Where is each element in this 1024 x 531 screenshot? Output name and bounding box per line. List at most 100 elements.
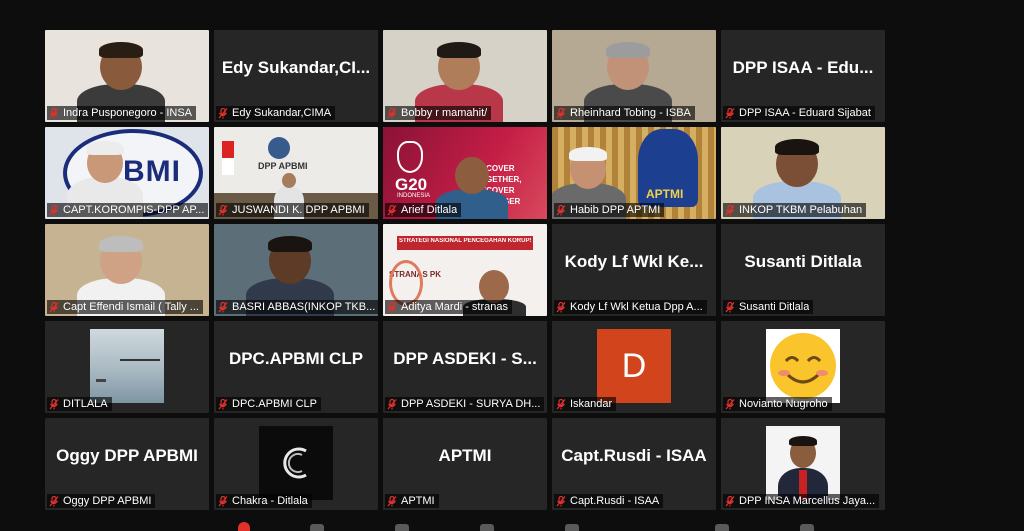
participant-display-name: Kody Lf Wkl Ke... [564, 252, 704, 271]
participant-hair [437, 42, 481, 58]
participant-tile[interactable]: Rheinhard Tobing - ISBA [552, 30, 716, 122]
participant-hair [606, 42, 650, 58]
participant-name: Capt.Rusdi - ISAA [570, 495, 660, 507]
participant-name-label: Habib DPP APTMI [554, 203, 665, 217]
mic-muted-icon [49, 495, 59, 506]
participant-name: Oggy DPP APBMI [63, 495, 152, 507]
mic-muted-icon [218, 107, 228, 118]
participant-face [479, 270, 509, 303]
participant-tile[interactable]: Capt Effendi Ismail ( Tally ... [45, 224, 209, 316]
mic-muted-icon [387, 301, 397, 312]
avatar: D [597, 329, 671, 403]
avatar-letter: D [621, 346, 647, 385]
participant-hair [99, 42, 143, 58]
apps-icon[interactable] [715, 524, 729, 531]
participant-name-label: INKOP TKBM Pelabuhan [723, 203, 867, 217]
participant-name: DPP ASDEKI - SURYA DH... [401, 398, 541, 410]
mic-muted-icon [218, 495, 228, 506]
mic-muted-icon [387, 398, 397, 409]
participant-tile[interactable]: DPP APBMI JUSWANDI K. DPP APBMI [214, 127, 378, 219]
participant-tile[interactable]: DPP INSA Marcellus Jaya... [721, 418, 885, 510]
participant-tile[interactable]: INKOP TKBM Pelabuhan [721, 127, 885, 219]
mic-muted-icon [218, 204, 228, 215]
participant-tile[interactable]: BASRI ABBAS(INKOP TKB... [214, 224, 378, 316]
mic-muted-icon [725, 495, 735, 506]
participant-name-label: DPP ASDEKI - SURYA DH... [385, 397, 545, 411]
chakra-logo-icon [283, 447, 307, 479]
participant-name: DPP ISAA - Eduard Sijabat [739, 107, 871, 119]
participant-display-name: Susanti Ditlala [744, 252, 862, 271]
avatar [766, 426, 840, 500]
participant-tile[interactable]: Chakra - Ditlala [214, 418, 378, 510]
mic-muted-icon [49, 204, 59, 215]
participant-tile[interactable]: D Iskandar [552, 321, 716, 413]
participant-name-label: DPP ISAA - Eduard Sijabat [723, 106, 875, 120]
participant-tile[interactable]: Novianto Nugroho [721, 321, 885, 413]
participant-hair [569, 147, 607, 161]
participant-tile[interactable]: Bobby r mamahit/ [383, 30, 547, 122]
participant-name: Aditya Mardi - stranas [401, 301, 508, 313]
participant-name-label: Arief Ditlala [385, 203, 462, 217]
participant-name: Chakra - Ditlala [232, 495, 308, 507]
participant-tile[interactable]: BMI CAPT.KOROMPIS-DPP AP... [45, 127, 209, 219]
participant-name-label: DPC.APBMI CLP [216, 397, 321, 411]
participant-name: APTMI [401, 495, 435, 507]
participant-name-label: Rheinhard Tobing - ISBA [554, 106, 695, 120]
participant-name: JUSWANDI K. DPP APBMI [232, 204, 365, 216]
participant-tile[interactable]: DITLALA [45, 321, 209, 413]
mic-muted-icon [387, 204, 397, 215]
mic-muted-icon [49, 398, 59, 409]
participant-tile[interactable]: DPP ISAA - Edu... DPP ISAA - Eduard Sijab… [721, 30, 885, 122]
logo-text: APTMI [646, 187, 684, 201]
participant-tile[interactable]: Capt.Rusdi - ISAA Capt.Rusdi - ISAA [552, 418, 716, 510]
participant-name-label: JUSWANDI K. DPP APBMI [216, 203, 369, 217]
mic-muted-icon [556, 107, 566, 118]
reactions-icon[interactable] [565, 524, 579, 531]
share-icon[interactable] [395, 524, 409, 531]
participant-display-name: Capt.Rusdi - ISAA [561, 446, 707, 465]
participant-name-label: CAPT.KOROMPIS-DPP AP... [47, 203, 209, 217]
participant-tile[interactable]: STRATEGI NASIONAL PENCEGAHAN KORUPSI STRA… [383, 224, 547, 316]
emblem-icon [268, 137, 290, 159]
participant-display-name: APTMI [438, 446, 492, 465]
participant-name-label: APTMI [385, 494, 439, 508]
participant-tile[interactable]: Oggy DPP APBMI Oggy DPP APBMI [45, 418, 209, 510]
participant-hair [775, 139, 819, 155]
g20-text: G20 [395, 175, 428, 194]
participant-picture [90, 329, 164, 403]
participant-name: DPP INSA Marcellus Jaya... [739, 495, 876, 507]
participant-hair [268, 236, 312, 252]
participant-name: Indra Pusponegoro - INSA [63, 107, 193, 119]
mic-muted-icon [725, 398, 735, 409]
participant-name: Edy Sukandar,CIMA [232, 107, 332, 119]
participant-name: Novianto Nugroho [739, 398, 828, 410]
office-sign: DPP APBMI [258, 161, 308, 171]
participant-name: BASRI ABBAS(INKOP TKB... [232, 301, 376, 313]
participant-name-label: Aditya Mardi - stranas [385, 300, 512, 314]
participant-display-name: Edy Sukandar,CI... [221, 58, 371, 77]
participant-name-label: Susanti Ditlala [723, 300, 814, 314]
participant-name: CAPT.KOROMPIS-DPP AP... [63, 204, 205, 216]
participant-tile[interactable]: DPC.APBMI CLP DPC.APBMI CLP [214, 321, 378, 413]
participant-tile[interactable]: G20INDONESIARECOVER TOGETHER, RECOVER ST… [383, 127, 547, 219]
participant-tile[interactable]: Kody Lf Wkl Ke... Kody Lf Wkl Ketua Dpp A… [552, 224, 716, 316]
participant-tile[interactable]: APTMI APTMI [383, 418, 547, 510]
participant-tile[interactable]: Edy Sukandar,CI... Edy Sukandar,CIMA [214, 30, 378, 122]
chat-icon[interactable] [310, 524, 324, 531]
participant-tile[interactable]: DPP ASDEKI - S... DPP ASDEKI - SURYA DH..… [383, 321, 547, 413]
mic-muted-icon [725, 107, 735, 118]
g20-logo [397, 141, 423, 173]
participant-name-label: Novianto Nugroho [723, 397, 832, 411]
participant-name: Bobby r mamahit/ [401, 107, 488, 119]
record-icon[interactable] [480, 524, 494, 531]
participant-tile[interactable]: Susanti Ditlala Susanti Ditlala [721, 224, 885, 316]
participant-tile[interactable]: Indra Pusponegoro - INSA [45, 30, 209, 122]
mic-muted-icon [556, 495, 566, 506]
mic-muted-icon [49, 301, 59, 312]
mic-muted-icon [556, 301, 566, 312]
participant-name-label: Capt Effendi Ismail ( Tally ... [47, 300, 203, 314]
participant-name: DPC.APBMI CLP [232, 398, 317, 410]
participant-name-label: Indra Pusponegoro - INSA [47, 106, 197, 120]
more-icon[interactable] [800, 524, 814, 531]
participant-tile[interactable]: APTMI Habib DPP APTMI [552, 127, 716, 219]
